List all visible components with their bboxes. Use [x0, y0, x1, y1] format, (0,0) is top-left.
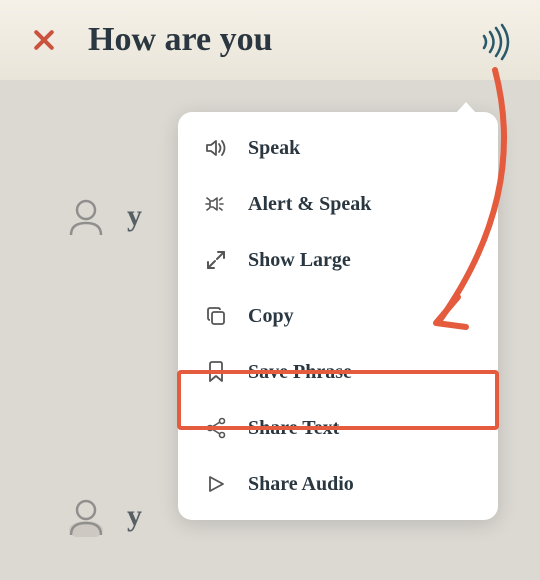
menu-item-share-text[interactable]: Share Text — [178, 400, 498, 456]
menu-item-alert-speak[interactable]: Alert & Speak — [178, 176, 498, 232]
menu-item-share-audio[interactable]: Share Audio — [178, 456, 498, 512]
alert-speak-icon — [204, 192, 228, 216]
speaker-icon — [204, 136, 228, 160]
expand-icon — [204, 248, 228, 272]
menu-label: Copy — [248, 305, 294, 328]
bg-text-2: y — [127, 499, 142, 533]
background-item-1: y — [65, 195, 142, 237]
phrase-title: How are you — [88, 21, 272, 59]
menu-item-copy[interactable]: Copy — [178, 288, 498, 344]
play-icon — [204, 472, 228, 496]
context-menu: Speak Alert & Speak Show Large — [178, 112, 498, 520]
bg-text-1: y — [127, 199, 142, 233]
menu-label: Show Large — [248, 249, 351, 272]
copy-icon — [204, 304, 228, 328]
menu-label: Alert & Speak — [248, 193, 371, 216]
sound-waves-icon[interactable] — [476, 22, 516, 67]
menu-item-show-large[interactable]: Show Large — [178, 232, 498, 288]
bookmark-icon — [204, 360, 228, 384]
app-header: How are you — [0, 0, 540, 80]
user-outline-icon — [65, 195, 107, 237]
menu-item-save-phrase[interactable]: Save Phrase — [178, 344, 498, 400]
menu-label: Save Phrase — [248, 361, 352, 384]
user-filled-icon — [65, 495, 107, 537]
background-item-2: y — [65, 495, 142, 537]
close-button[interactable] — [30, 26, 58, 54]
menu-label: Share Text — [248, 417, 339, 440]
menu-item-speak[interactable]: Speak — [178, 120, 498, 176]
menu-label: Share Audio — [248, 473, 354, 496]
share-icon — [204, 416, 228, 440]
menu-label: Speak — [248, 137, 300, 160]
